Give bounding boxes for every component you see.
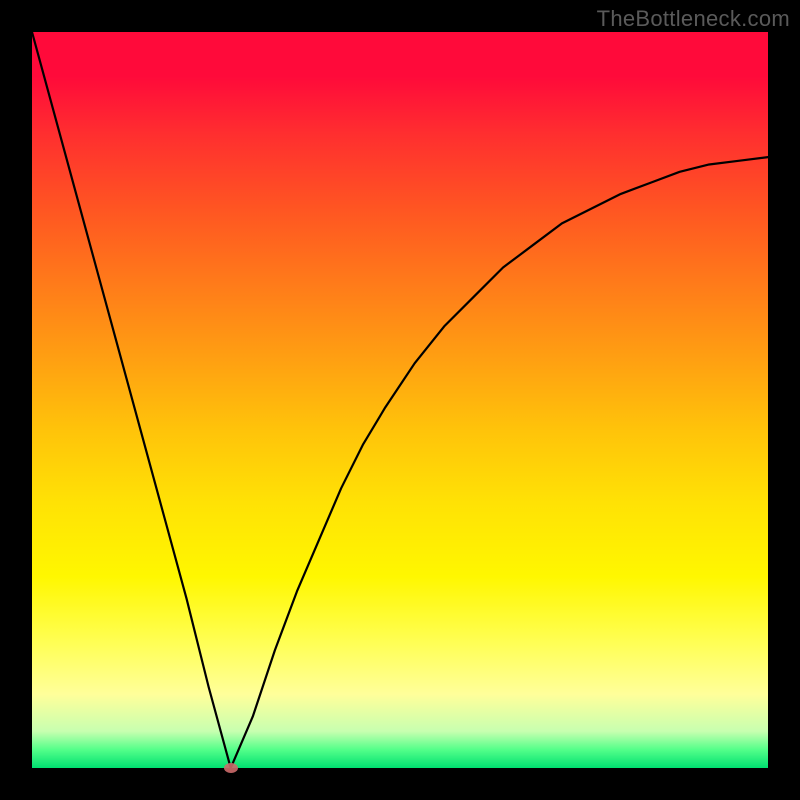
minimum-marker	[224, 763, 238, 773]
bottleneck-curve	[32, 32, 768, 768]
curve-svg	[32, 32, 768, 768]
chart-frame: TheBottleneck.com	[0, 0, 800, 800]
watermark-text: TheBottleneck.com	[597, 6, 790, 32]
plot-area	[32, 32, 768, 768]
